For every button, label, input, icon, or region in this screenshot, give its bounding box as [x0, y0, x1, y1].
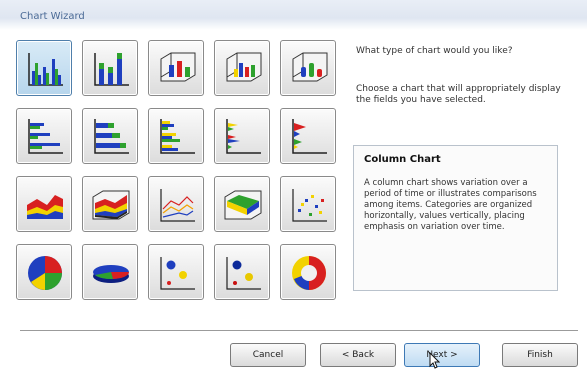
chart-type-3d-cylinder[interactable]: [280, 40, 336, 96]
chart-type-3d-clustered-column[interactable]: [214, 40, 270, 96]
cancel-button[interactable]: Cancel: [230, 343, 306, 367]
area-3d-icon: [92, 190, 130, 220]
bubble-chart-icon: [160, 257, 195, 290]
chart-description-title: Column Chart: [364, 154, 441, 165]
chart-type-stacked-bar[interactable]: [82, 108, 138, 164]
scatter-chart-icon: [292, 189, 327, 222]
chart-type-bubble[interactable]: [148, 244, 204, 300]
bar-chart-icon: [28, 119, 63, 154]
chart-description-body: A column chart shows variation over a pe…: [364, 178, 537, 232]
chart-type-doughnut[interactable]: [280, 244, 336, 300]
pie-3d-icon: [93, 265, 130, 283]
chart-type-area[interactable]: [16, 176, 72, 232]
stacked-column-icon: [94, 53, 129, 86]
chart-type-scatter[interactable]: [280, 176, 336, 232]
surface-3d-icon: [224, 190, 262, 220]
line-chart-icon: [160, 189, 195, 222]
chart-type-column[interactable]: [16, 40, 72, 96]
chart-type-bar[interactable]: [16, 108, 72, 164]
chart-type-3d-pie[interactable]: [82, 244, 138, 300]
chart-type-3d-column[interactable]: [148, 40, 204, 96]
bubble-3d-icon: [226, 257, 261, 290]
title-bar: Chart Wizard: [0, 0, 587, 30]
pie-chart-icon: [28, 256, 62, 290]
chart-description-box: Column Chart A column chart shows variat…: [353, 145, 558, 291]
mouse-cursor-icon: [429, 352, 440, 369]
chart-type-pie[interactable]: [16, 244, 72, 300]
chart-type-line[interactable]: [148, 176, 204, 232]
chart-type-3d-bar[interactable]: [214, 108, 270, 164]
window-title: Chart Wizard: [20, 11, 85, 22]
chart-type-gallery: [16, 40, 336, 312]
cylinder-3d-icon: [292, 52, 328, 82]
back-button[interactable]: < Back: [320, 343, 396, 367]
chart-type-stacked-column[interactable]: [82, 40, 138, 96]
area-chart-icon: [27, 195, 63, 219]
finish-button[interactable]: Finish: [502, 343, 578, 367]
clustered-column-3d-icon: [226, 52, 262, 82]
chart-type-3d-bubble[interactable]: [214, 244, 270, 300]
chart-type-cone-bar[interactable]: [280, 108, 336, 164]
next-button[interactable]: Next >: [404, 343, 480, 367]
instruction-text: Choose a chart that will appropriately d…: [356, 84, 561, 105]
chart-type-question: What type of chart would you like?: [356, 46, 513, 56]
doughnut-chart-icon: [292, 256, 326, 290]
stacked-bar-icon: [94, 119, 129, 154]
clustered-bar-icon: [160, 119, 195, 154]
chart-type-clustered-bar[interactable]: [148, 108, 204, 164]
column-chart-icon: [28, 53, 63, 86]
column-3d-icon: [160, 52, 196, 82]
chart-type-3d-surface[interactable]: [214, 176, 270, 232]
chart-type-3d-area[interactable]: [82, 176, 138, 232]
cone-bar-icon: [292, 119, 327, 154]
bar-3d-icon: [226, 119, 261, 154]
footer-separator: [20, 330, 578, 332]
